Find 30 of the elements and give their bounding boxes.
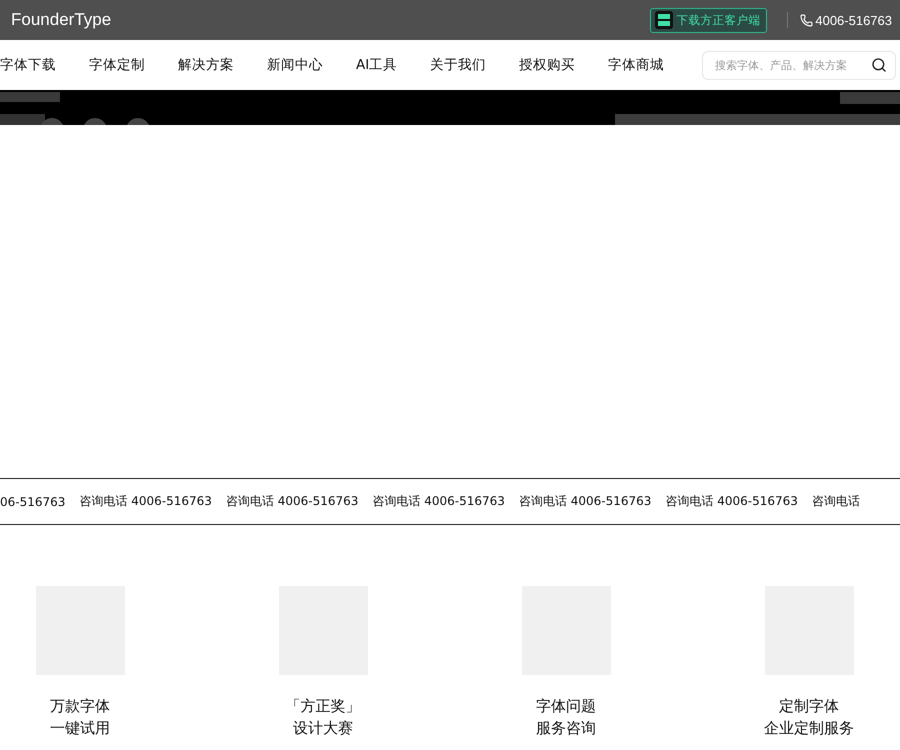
nav-link[interactable]: 字体商城: [608, 56, 664, 74]
hotline-text: 咨询电话: [812, 493, 860, 510]
nav-link[interactable]: 解决方案: [178, 56, 234, 74]
hotline-text: 咨询电话 4006-516763: [518, 493, 652, 510]
hotline-text: 咨询电话 4006-516763: [372, 493, 505, 510]
search-icon[interactable]: [871, 57, 887, 73]
feature-label[interactable]: 「方正奖」: [286, 695, 360, 717]
app-icon: [655, 11, 674, 29]
nav-link[interactable]: 新闻中心: [267, 56, 323, 74]
hotline-text: 咨询电话 4006-516763: [665, 493, 798, 510]
feature-label[interactable]: 企业定制服务: [764, 717, 854, 739]
hotline-text: 咨询电话 4006-516763: [226, 493, 358, 510]
nav-link[interactable]: 授权购买: [519, 56, 576, 74]
logo[interactable]: FounderType: [11, 10, 650, 30]
search-box[interactable]: 搜索字体、产品、解决方案: [702, 50, 896, 80]
feature-label[interactable]: 万款字体: [50, 695, 110, 717]
feature-label[interactable]: 字体问题: [536, 695, 596, 717]
nav-link[interactable]: AI工具: [356, 56, 398, 74]
feature-label[interactable]: 一键试用: [50, 717, 110, 739]
phone-number: 4006-516763: [815, 12, 892, 28]
feature-label[interactable]: 设计大赛: [293, 717, 353, 739]
feature-label[interactable]: 定制字体: [779, 695, 839, 717]
feature-label[interactable]: 服务咨询: [536, 717, 596, 739]
nav-link[interactable]: 字体定制: [89, 56, 145, 74]
phone-icon: [800, 14, 814, 26]
nav-link[interactable]: 字体下载: [0, 56, 56, 74]
hotline-text: 06-516763: [0, 494, 66, 508]
download-client-button[interactable]: 下载方正客户端: [650, 8, 768, 32]
hotline-text: 咨询电话 4006-516763: [79, 493, 212, 510]
nav-link[interactable]: 关于我们: [430, 56, 486, 74]
